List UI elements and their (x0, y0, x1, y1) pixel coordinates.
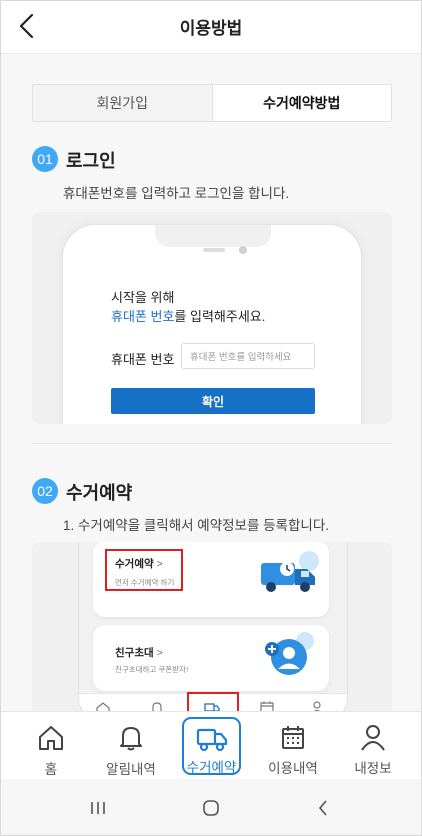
mockup-phone-label: 휴대폰 번호 (111, 352, 175, 367)
phone-camera (239, 246, 247, 254)
system-navigation-bar (1, 779, 421, 835)
mockup-invite-card: 친구초대 > 친구초대하고 쿠폰받자! (93, 625, 329, 691)
chevron-left-icon (318, 800, 327, 816)
page-title: 이용방법 (179, 19, 243, 38)
tab-signup[interactable]: 회원가입 (33, 85, 212, 121)
bell-icon (152, 702, 162, 711)
step-number-badge: 01 (32, 146, 58, 172)
phone-mockup: 수거예약 > 먼저 수거예약 하기 친구초대 > 친구초대하고 쿠폰받자! (78, 542, 348, 711)
step-title: 로그인 (66, 151, 116, 171)
tab-home[interactable]: 홈 (9, 712, 93, 780)
mockup-instruction-text: 휴대폰 번호를 입력해주세요. (111, 306, 265, 325)
bell-icon (120, 727, 142, 751)
recent-apps-button[interactable] (83, 793, 113, 823)
mockup-card-title-text: 친구초대 (115, 647, 154, 659)
guide-segmented-control: 회원가입 수거예약방법 (32, 84, 392, 122)
home-icon (39, 726, 63, 750)
mockup-pickup-card: 수거예약 > 먼저 수거예약 하기 (93, 542, 329, 617)
tab-pickup-reservation[interactable]: 수거예약방법 (211, 85, 391, 121)
mockup-card-subtitle: 친구초대하고 쿠폰받자! (115, 665, 189, 674)
tab-notifications[interactable]: 알림내역 (89, 712, 173, 780)
person-icon (361, 725, 385, 751)
phone-mockup: 시작을 위해 휴대폰 번호를 입력해주세요. 휴대폰 번호 휴대폰 번호를 입력… (62, 224, 362, 424)
step-title: 수거예약 (66, 483, 133, 503)
tab-label: 내정보 (354, 761, 392, 776)
mockup-confirm-button: 확인 (111, 388, 315, 414)
step-description: 휴대폰번호를 입력하고 로그인을 합니다. (63, 186, 290, 201)
invite-friend-icon (265, 632, 314, 675)
section-divider (32, 443, 392, 444)
step-number-badge: 02 (32, 478, 58, 504)
reservation-screenshot: 수거예약 > 먼저 수거예약 하기 친구초대 > 친구초대하고 쿠폰받자! (32, 542, 392, 711)
tab-my-info[interactable]: 내정보 (331, 711, 415, 779)
home-button[interactable] (196, 793, 226, 823)
mockup-highlight-text: 휴대폰 번호 (111, 309, 175, 324)
step-description: 1. 수거예약을 클릭해서 예약정보를 등록합니다. (63, 518, 329, 533)
highlight-box (105, 549, 183, 591)
tab-pickup-active[interactable]: 수거예약 (182, 717, 241, 775)
chevron-right-icon: > (156, 647, 163, 659)
mockup-phone-input: 휴대폰 번호를 입력하세요 (181, 343, 315, 369)
mockup-intro-text: 시작을 위해 (111, 290, 175, 305)
system-back-button[interactable] (308, 793, 338, 823)
mockup-instruction-rest: 를 입력해주세요. (174, 309, 266, 324)
top-app-bar: 이용방법 (1, 1, 421, 51)
recent-apps-icon (91, 802, 105, 814)
app-screen: 이용방법 회원가입 수거예약방법 01 로그인 휴대폰번호를 입력하고 로그인을… (0, 0, 422, 836)
mockup-card-title: 친구초대 > (115, 645, 163, 660)
phone-notch (155, 225, 271, 247)
tab-history[interactable]: 이용내역 (251, 711, 335, 779)
home-circle-icon (203, 800, 219, 816)
person-icon (313, 701, 321, 711)
truck-icon (204, 703, 220, 711)
truck-icon (196, 728, 228, 752)
mockup-bottom-nav (79, 692, 347, 711)
login-screenshot: 시작을 위해 휴대폰 번호를 입력해주세요. 휴대폰 번호 휴대폰 번호를 입력… (32, 212, 392, 424)
tab-label: 알림내역 (106, 762, 156, 777)
tab-label: 이용내역 (268, 761, 318, 776)
guide-content[interactable]: 회원가입 수거예약방법 01 로그인 휴대폰번호를 입력하고 로그인을 합니다.… (1, 54, 421, 711)
truck-icon (261, 551, 319, 592)
tab-label: 홈 (44, 762, 58, 777)
calendar-icon (260, 701, 274, 711)
calendar-icon (282, 726, 304, 749)
home-icon (96, 702, 110, 711)
phone-speaker (203, 248, 225, 252)
tab-label: 수거예약 (186, 760, 237, 775)
